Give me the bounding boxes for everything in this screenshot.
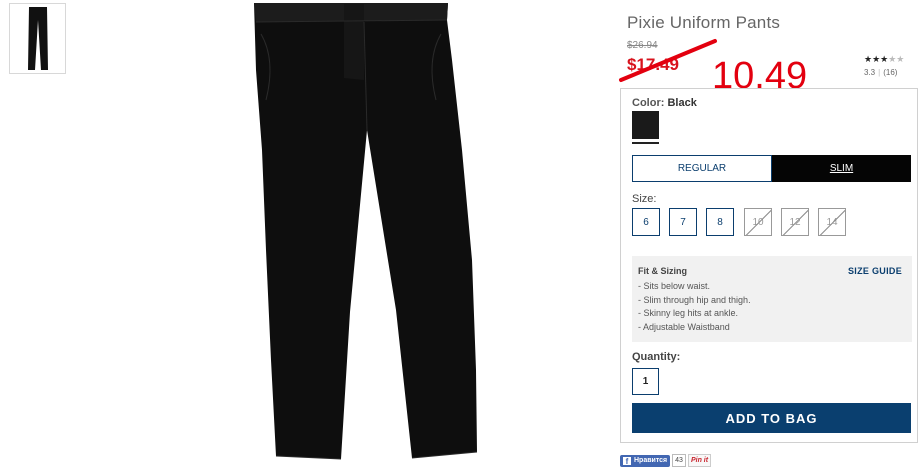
facebook-icon: f (623, 456, 631, 466)
size-option-7[interactable]: 7 (669, 208, 697, 236)
product-title: Pixie Uniform Pants (627, 13, 781, 32)
fit-regular-tab[interactable]: REGULAR (632, 155, 772, 182)
price-strikethrough-mark (619, 39, 717, 82)
color-value: Black (667, 97, 697, 109)
fit-sizing-list: - Sits below waist. - Slim through hip a… (638, 280, 751, 334)
size-guide-link[interactable]: SIZE GUIDE (848, 266, 902, 276)
size-option-8[interactable]: 8 (706, 208, 734, 236)
rating-separator: | (878, 68, 881, 77)
social-share-bar: f Нравится 43 Pin it (620, 454, 712, 467)
size-option-12-unavailable: 12 (781, 208, 809, 236)
fit-bullet: - Skinny leg hits at ankle. (638, 308, 739, 318)
facebook-like-label: Нравится (634, 457, 668, 464)
thumbnail-pants-image (27, 6, 48, 70)
quantity-input[interactable]: 1 (632, 368, 659, 395)
rating-value: 3.3 (864, 68, 876, 77)
quantity-label: Quantity: (632, 351, 681, 363)
size-option-10-unavailable: 10 (744, 208, 772, 236)
size-option-6[interactable]: 6 (632, 208, 660, 236)
size-label: Size: (632, 193, 657, 205)
fit-sizing-title: Fit & Sizing (638, 266, 687, 276)
color-label: Color: Black (632, 97, 697, 109)
size-option-14-unavailable: 14 (818, 208, 846, 236)
rating-summary[interactable]: 3.3 | (16) (864, 68, 897, 77)
stars-empty: ★★ (888, 54, 905, 64)
fit-bullet: - Sits below waist. (638, 281, 711, 291)
fit-sizing-box: Fit & Sizing SIZE GUIDE - Sits below wai… (632, 256, 912, 342)
stars-filled: ★★★ (864, 54, 889, 64)
product-thumbnail[interactable] (9, 3, 66, 74)
fit-bullet: - Adjustable Waistband (638, 321, 730, 332)
review-count: (16) (883, 68, 898, 77)
product-options-panel: Color: Black REGULAR SLIM Size: 6 7 8 10… (620, 88, 918, 443)
color-label-key: Color: (632, 97, 665, 109)
add-to-bag-button[interactable]: ADD TO BAG (632, 403, 911, 433)
pinterest-pin-button[interactable]: Pin it (687, 454, 712, 467)
swatch-selected-indicator (632, 142, 659, 144)
fit-slim-tab[interactable]: SLIM (772, 155, 911, 182)
facebook-like-count: 43 (672, 454, 686, 467)
color-swatch-black[interactable] (632, 111, 659, 139)
facebook-like-button[interactable]: f Нравится (620, 454, 671, 467)
rating-stars[interactable]: ★★★★★ (864, 54, 904, 65)
fit-bullet: - Slim through hip and thigh. (638, 294, 751, 305)
product-main-image (254, 3, 478, 460)
